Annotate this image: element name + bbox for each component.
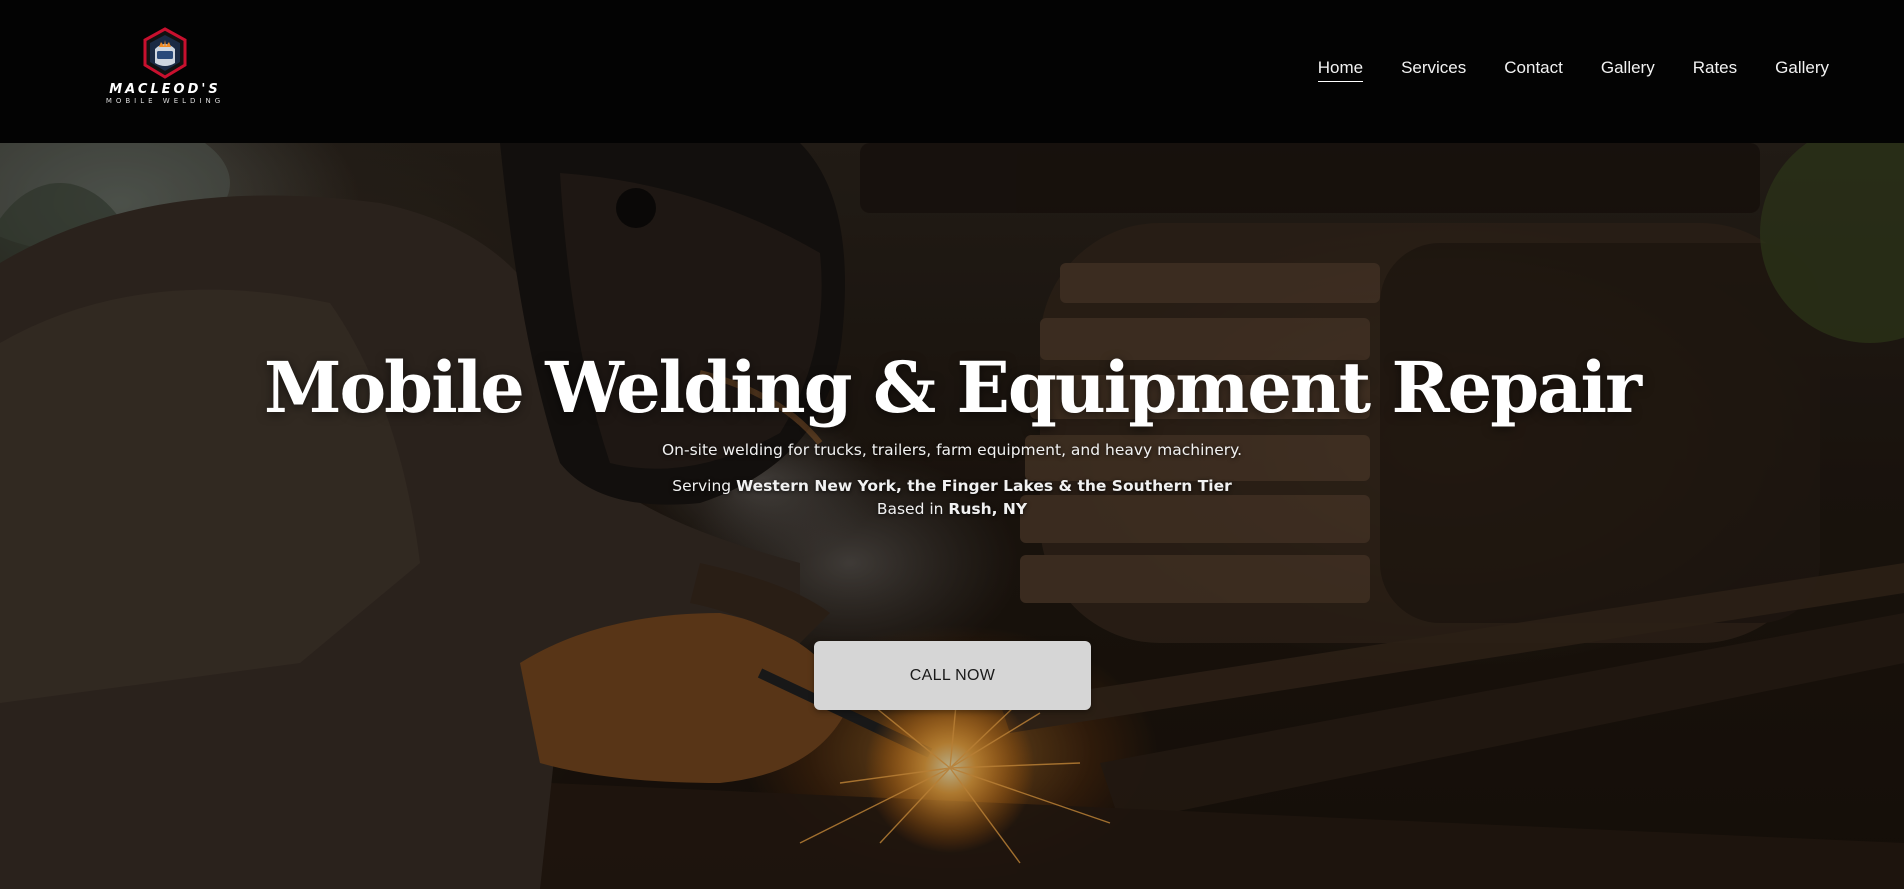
nav-item-gallery-2[interactable]: Gallery	[1775, 58, 1829, 82]
service-area: Western New York, the Finger Lakes & the…	[736, 477, 1232, 495]
brand-logo[interactable]: MACLEOD'S MOBILE WELDING	[104, 27, 226, 113]
service-area-line: Serving Western New York, the Finger Lak…	[0, 477, 1904, 495]
based-in-prefix: Based in	[876, 500, 949, 518]
nav-item-services[interactable]: Services	[1401, 58, 1466, 82]
brand-name: MACLEOD'S	[109, 82, 221, 97]
nav-item-gallery[interactable]: Gallery	[1601, 58, 1655, 82]
site-header: MACLEOD'S MOBILE WELDING Home Services C…	[0, 0, 1904, 143]
service-area-prefix: Serving	[672, 477, 737, 495]
main-nav: Home Services Contact Gallery Rates Gall…	[1317, 58, 1829, 82]
nav-item-rates[interactable]: Rates	[1693, 58, 1737, 82]
call-now-button[interactable]: CALL NOW	[814, 641, 1091, 710]
nav-item-contact[interactable]: Contact	[1504, 58, 1563, 82]
hero-section: Mobile Welding & Equipment Repair On-sit…	[0, 143, 1904, 889]
based-in-line: Based in Rush, NY	[0, 500, 1904, 518]
hero-title: Mobile Welding & Equipment Repair	[264, 346, 1642, 429]
based-location: Rush, NY	[948, 500, 1028, 518]
hero-content: Mobile Welding & Equipment Repair On-sit…	[0, 343, 1904, 518]
nav-item-home[interactable]: Home	[1317, 58, 1364, 82]
hero-subtitle: On-site welding for trucks, trailers, fa…	[661, 441, 1243, 459]
welder-helmet-shield-icon	[143, 27, 187, 79]
brand-tagline: MOBILE WELDING	[105, 97, 225, 105]
